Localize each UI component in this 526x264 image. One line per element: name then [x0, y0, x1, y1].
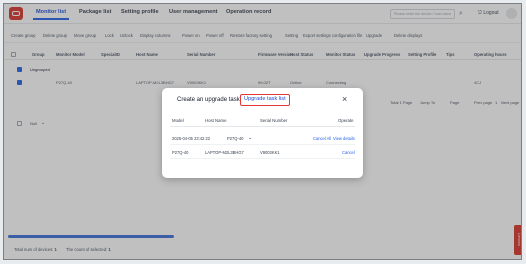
- close-icon[interactable]: ×: [342, 94, 347, 104]
- task-row[interactable]: 2025-04-05 23:42:22 P27Q-40 ⌄ Cancel All…: [170, 132, 355, 145]
- column-model: Model: [172, 118, 184, 123]
- cancel-all-button[interactable]: Cancel All: [313, 136, 331, 141]
- cancel-button[interactable]: Cancel: [342, 150, 355, 155]
- column-serial-number: Serial Number: [260, 118, 288, 123]
- dialog-table-header: Model Host Name Serial Number Operate: [170, 115, 355, 127]
- device-serial: V9003KK1: [260, 150, 280, 155]
- dialog-title[interactable]: Create an upgrade task: [177, 97, 240, 103]
- chevron-down-icon[interactable]: ⌄: [248, 135, 252, 141]
- task-time: 2025-04-05 23:42:22: [172, 136, 211, 141]
- column-operate: Operate: [338, 118, 354, 123]
- screen: Monitor list Package list Setting profil…: [0, 0, 526, 264]
- column-host-name: Host Name: [205, 118, 227, 123]
- device-host-name: LAPTOP-M2L3BHG7: [205, 150, 244, 155]
- device-row: P27Q-40 LAPTOP-M2L3BHG7 V9003KK1 Cancel: [170, 146, 355, 159]
- upgrade-task-list-link[interactable]: Upgrade task list: [240, 94, 290, 106]
- device-model: P27Q-40: [172, 150, 189, 155]
- upgrade-task-dialog: Create an upgrade task Upgrade task list…: [162, 88, 363, 178]
- view-details-button[interactable]: View details: [333, 136, 355, 141]
- task-model: P27Q-40: [227, 136, 244, 141]
